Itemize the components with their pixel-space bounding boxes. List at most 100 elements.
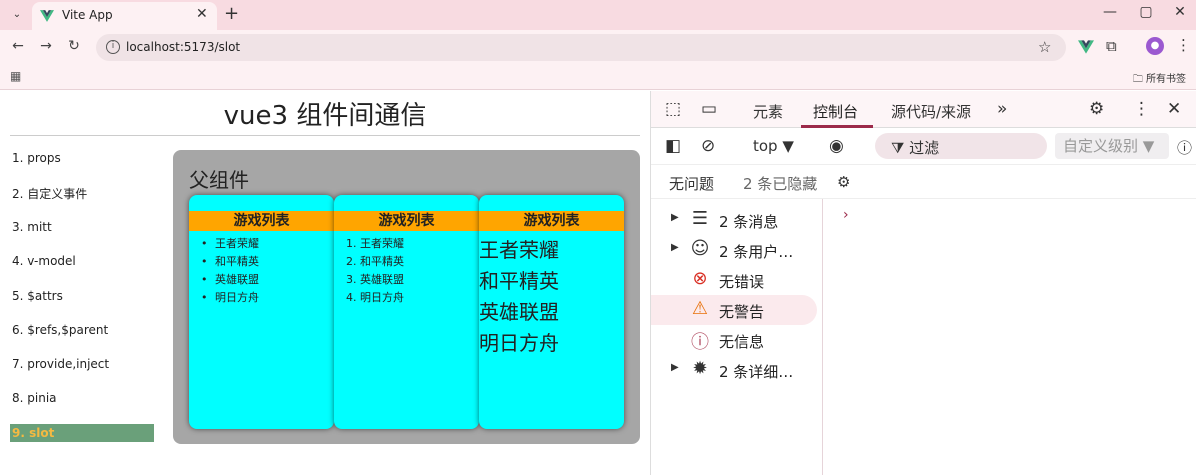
- log-level-select[interactable]: 自定义级别 ▼: [1055, 133, 1169, 159]
- list-item: 明日方舟: [479, 331, 559, 355]
- game-card: 游戏列表 王者荣耀 和平精英 英雄联盟 明日方舟: [189, 195, 334, 429]
- clear-console-icon[interactable]: ⊘: [701, 136, 715, 156]
- device-toolbar-icon[interactable]: ▭: [701, 99, 717, 119]
- game-list: 1. 王者荣耀 2. 和平精英 3. 英雄联盟 4. 明日方舟: [334, 235, 479, 307]
- new-tab-plus-icon[interactable]: +: [224, 3, 239, 24]
- filter-funnel-icon: ⧩: [891, 139, 905, 157]
- error-icon: ⊗: [692, 268, 708, 289]
- nav-link-mitt[interactable]: 3. mitt: [12, 220, 52, 234]
- user-icon: ☺: [690, 238, 710, 259]
- tab-strip: ⌄ Vite App ✕ + — ▢ ✕: [0, 0, 1196, 30]
- bug-icon: ✹: [692, 358, 708, 379]
- filter-input[interactable]: ⧩ 过滤: [875, 133, 1047, 159]
- nav-link-pinia[interactable]: 8. pinia: [12, 391, 57, 405]
- sidebar-item-label: 2 条详细…: [719, 363, 794, 381]
- live-expression-eye-icon[interactable]: ◉: [829, 136, 844, 156]
- tab-sources[interactable]: 源代码/来源: [891, 101, 971, 122]
- sidebar-item-info[interactable]: ⓘ 无信息: [651, 325, 817, 355]
- console-prompt[interactable]: ›: [843, 207, 849, 223]
- reload-icon[interactable]: ↻: [64, 38, 84, 54]
- all-bookmarks-folder[interactable]: 🗀 所有书签: [1133, 70, 1186, 89]
- parent-title: 父组件: [189, 168, 249, 192]
- browser-tab[interactable]: Vite App ✕: [32, 2, 217, 30]
- divider: [10, 135, 640, 136]
- expand-arrow-icon[interactable]: ▶: [671, 242, 679, 253]
- minimize-icon[interactable]: —: [1098, 4, 1122, 20]
- address-bar[interactable]: i localhost:5173/slot ☆: [96, 34, 1066, 61]
- list-icon: ☰: [691, 208, 709, 229]
- close-window-icon[interactable]: ✕: [1168, 4, 1192, 20]
- vue-logo-icon: [40, 10, 54, 22]
- sidebar-item-label: 2 条用户…: [719, 243, 794, 261]
- inspect-element-icon[interactable]: ⬚: [665, 99, 681, 119]
- nav-link-custom-event[interactable]: 2. 自定义事件: [12, 185, 87, 202]
- all-bookmarks-label: 所有书签: [1146, 74, 1186, 85]
- game-list: 王者荣耀 和平精英 英雄联盟 明日方舟: [189, 235, 334, 307]
- folder-icon: 🗀: [1132, 74, 1143, 85]
- maximize-icon[interactable]: ▢: [1134, 4, 1158, 20]
- nav-link-v-model[interactable]: 4. v-model: [12, 254, 76, 268]
- nav-link-provide-inject[interactable]: 7. provide,inject: [12, 357, 109, 371]
- page-viewport: vue3 组件间通信 1. props 2. 自定义事件 3. mitt 4. …: [0, 91, 650, 475]
- tab-title: Vite App: [62, 8, 113, 22]
- tab-elements[interactable]: 元素: [753, 101, 783, 122]
- apps-grid-icon[interactable]: ▦: [10, 69, 21, 83]
- list-item: 和平精英: [479, 269, 559, 293]
- game-card: 游戏列表 王者荣耀 和平精英 英雄联盟 明日方舟: [479, 195, 624, 429]
- forward-arrow-icon[interactable]: →: [36, 38, 56, 54]
- sidebar-item-errors[interactable]: ⊗ 无错误: [651, 265, 817, 295]
- sidebar-item-label: 2 条消息: [719, 213, 779, 231]
- sidebar-toggle-icon[interactable]: ◧: [665, 136, 681, 156]
- game-list: 王者荣耀 和平精英 英雄联盟 明日方舟: [479, 235, 624, 359]
- page-title: vue3 组件间通信: [223, 101, 427, 131]
- more-options-icon[interactable]: ⋮: [1133, 99, 1150, 119]
- sidebar-item-label: 无警告: [719, 303, 765, 321]
- sidebar-item-messages[interactable]: ▶ ☰ 2 条消息: [651, 205, 817, 235]
- warning-icon: ⚠: [691, 298, 709, 319]
- devtools-panel: ⬚ ▭ 元素 控制台 源代码/来源 » ⚙ ⋮ ✕ ◧ ⊘ top ▼ ◉ ⧩ …: [650, 91, 1196, 475]
- console-sidebar: ▶ ☰ 2 条消息 ▶ ☺ 2 条用户… ⊗ 无错误 ⚠ 无警告 ⓘ 无信息 ▶…: [651, 199, 823, 475]
- sidebar-item-user-messages[interactable]: ▶ ☺ 2 条用户…: [651, 235, 817, 265]
- info-icon: ⓘ: [691, 332, 709, 353]
- expand-arrow-icon[interactable]: ▶: [671, 212, 679, 223]
- nav-link-slot[interactable]: 9. slot: [10, 424, 154, 442]
- browser-menu-icon[interactable]: ⋮: [1176, 36, 1191, 54]
- nav-link-refs-parent[interactable]: 6. $refs,$parent: [12, 323, 108, 337]
- settings-gear-icon[interactable]: ⚙: [1089, 99, 1104, 119]
- active-tab-indicator: [801, 125, 873, 128]
- console-settings-gear-icon[interactable]: ⚙: [837, 173, 850, 191]
- bookmark-star-icon[interactable]: ☆: [1038, 38, 1051, 56]
- list-item: 2. 和平精英: [346, 255, 404, 268]
- profile-avatar-icon[interactable]: ●: [1146, 37, 1164, 55]
- tab-search-chevron-icon[interactable]: ⌄: [8, 6, 26, 24]
- url-text[interactable]: localhost:5173/slot: [126, 40, 240, 54]
- tab-close-icon[interactable]: ✕: [196, 6, 208, 22]
- context-select[interactable]: top ▼: [753, 137, 794, 155]
- list-item: 和平精英: [189, 253, 334, 271]
- sidebar-item-label: 无信息: [719, 333, 765, 351]
- devtools-tabbar: ⬚ ▭ 元素 控制台 源代码/来源 » ⚙ ⋮ ✕: [651, 91, 1196, 128]
- issues-bar: 无问题 2 条已隐藏 ⚙: [651, 165, 1196, 199]
- info-circle-icon[interactable]: ⓘ: [1177, 137, 1192, 158]
- toolbar: ← → ↻ i localhost:5173/slot ☆ ⧉ ● ⋮: [0, 30, 1196, 64]
- no-issues-label[interactable]: 无问题: [669, 173, 714, 194]
- card-title: 游戏列表: [189, 211, 334, 231]
- hidden-count-label[interactable]: 2 条已隐藏: [743, 173, 817, 194]
- sidebar-item-verbose[interactable]: ▶ ✹ 2 条详细…: [651, 355, 817, 385]
- more-tabs-icon[interactable]: »: [997, 99, 1007, 119]
- bookmarks-bar: ▦ 🗀 所有书签: [0, 64, 1196, 90]
- nav-link-props[interactable]: 1. props: [12, 151, 61, 165]
- expand-arrow-icon[interactable]: ▶: [671, 362, 679, 373]
- nav-link-attrs[interactable]: 5. $attrs: [12, 289, 63, 303]
- list-item: 王者荣耀: [479, 238, 559, 262]
- site-info-icon[interactable]: i: [106, 40, 120, 54]
- list-item: 4. 明日方舟: [346, 291, 404, 304]
- sidebar-item-warnings[interactable]: ⚠ 无警告: [651, 295, 817, 325]
- back-arrow-icon[interactable]: ←: [8, 38, 28, 54]
- extensions-puzzle-icon[interactable]: ⧉: [1106, 37, 1117, 55]
- list-item: 王者荣耀: [189, 235, 334, 253]
- close-devtools-icon[interactable]: ✕: [1167, 99, 1181, 119]
- vue-devtools-extension-icon[interactable]: [1078, 39, 1094, 55]
- list-item: 1. 王者荣耀: [346, 237, 404, 250]
- tab-console[interactable]: 控制台: [813, 101, 858, 122]
